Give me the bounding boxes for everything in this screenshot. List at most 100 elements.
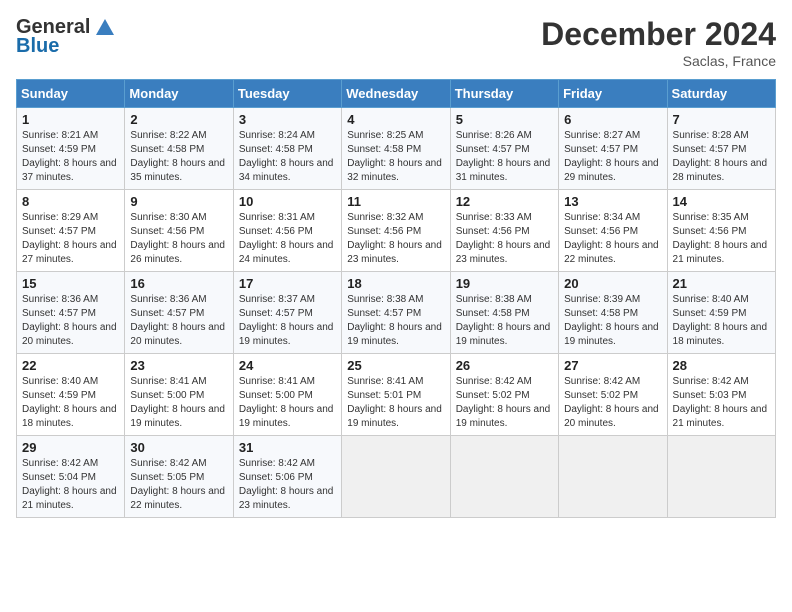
day-number: 1 bbox=[22, 112, 119, 127]
day-info: Sunrise: 8:41 AM Sunset: 5:01 PM Dayligh… bbox=[347, 375, 444, 431]
day-number: 12 bbox=[456, 194, 553, 209]
calendar-cell: 7 Sunrise: 8:28 AM Sunset: 4:57 PM Dayli… bbox=[667, 108, 775, 190]
day-number: 17 bbox=[239, 276, 336, 291]
month-title: December 2024 bbox=[541, 16, 776, 53]
calendar-cell: 10 Sunrise: 8:31 AM Sunset: 4:56 PM Dayl… bbox=[233, 190, 341, 272]
day-info: Sunrise: 8:42 AM Sunset: 5:04 PM Dayligh… bbox=[22, 457, 119, 513]
day-number: 6 bbox=[564, 112, 661, 127]
header: General Blue December 2024 Saclas, Franc… bbox=[16, 16, 776, 69]
calendar: Sunday Monday Tuesday Wednesday Thursday… bbox=[16, 79, 776, 518]
calendar-cell: 8 Sunrise: 8:29 AM Sunset: 4:57 PM Dayli… bbox=[17, 190, 125, 272]
day-info: Sunrise: 8:40 AM Sunset: 4:59 PM Dayligh… bbox=[673, 293, 770, 349]
location-subtitle: Saclas, France bbox=[541, 53, 776, 69]
calendar-cell: 1 Sunrise: 8:21 AM Sunset: 4:59 PM Dayli… bbox=[17, 108, 125, 190]
calendar-cell: 17 Sunrise: 8:37 AM Sunset: 4:57 PM Dayl… bbox=[233, 272, 341, 354]
calendar-cell: 27 Sunrise: 8:42 AM Sunset: 5:02 PM Dayl… bbox=[559, 354, 667, 436]
day-number: 7 bbox=[673, 112, 770, 127]
calendar-cell: 5 Sunrise: 8:26 AM Sunset: 4:57 PM Dayli… bbox=[450, 108, 558, 190]
col-thursday: Thursday bbox=[450, 80, 558, 108]
day-info: Sunrise: 8:42 AM Sunset: 5:03 PM Dayligh… bbox=[673, 375, 770, 431]
col-wednesday: Wednesday bbox=[342, 80, 450, 108]
day-info: Sunrise: 8:42 AM Sunset: 5:02 PM Dayligh… bbox=[456, 375, 553, 431]
calendar-week-3: 15 Sunrise: 8:36 AM Sunset: 4:57 PM Dayl… bbox=[17, 272, 776, 354]
day-info: Sunrise: 8:39 AM Sunset: 4:58 PM Dayligh… bbox=[564, 293, 661, 349]
day-info: Sunrise: 8:24 AM Sunset: 4:58 PM Dayligh… bbox=[239, 129, 336, 185]
day-info: Sunrise: 8:42 AM Sunset: 5:05 PM Dayligh… bbox=[130, 457, 227, 513]
day-number: 21 bbox=[673, 276, 770, 291]
calendar-cell: 2 Sunrise: 8:22 AM Sunset: 4:58 PM Dayli… bbox=[125, 108, 233, 190]
calendar-cell: 21 Sunrise: 8:40 AM Sunset: 4:59 PM Dayl… bbox=[667, 272, 775, 354]
day-info: Sunrise: 8:40 AM Sunset: 4:59 PM Dayligh… bbox=[22, 375, 119, 431]
day-info: Sunrise: 8:42 AM Sunset: 5:02 PM Dayligh… bbox=[564, 375, 661, 431]
day-info: Sunrise: 8:37 AM Sunset: 4:57 PM Dayligh… bbox=[239, 293, 336, 349]
day-number: 2 bbox=[130, 112, 227, 127]
calendar-week-4: 22 Sunrise: 8:40 AM Sunset: 4:59 PM Dayl… bbox=[17, 354, 776, 436]
calendar-cell: 14 Sunrise: 8:35 AM Sunset: 4:56 PM Dayl… bbox=[667, 190, 775, 272]
calendar-cell: 9 Sunrise: 8:30 AM Sunset: 4:56 PM Dayli… bbox=[125, 190, 233, 272]
day-number: 13 bbox=[564, 194, 661, 209]
calendar-cell: 20 Sunrise: 8:39 AM Sunset: 4:58 PM Dayl… bbox=[559, 272, 667, 354]
col-tuesday: Tuesday bbox=[233, 80, 341, 108]
day-info: Sunrise: 8:25 AM Sunset: 4:58 PM Dayligh… bbox=[347, 129, 444, 185]
day-number: 18 bbox=[347, 276, 444, 291]
day-number: 22 bbox=[22, 358, 119, 373]
calendar-cell: 30 Sunrise: 8:42 AM Sunset: 5:05 PM Dayl… bbox=[125, 436, 233, 518]
calendar-cell bbox=[342, 436, 450, 518]
calendar-cell: 13 Sunrise: 8:34 AM Sunset: 4:56 PM Dayl… bbox=[559, 190, 667, 272]
calendar-cell: 19 Sunrise: 8:38 AM Sunset: 4:58 PM Dayl… bbox=[450, 272, 558, 354]
day-number: 26 bbox=[456, 358, 553, 373]
day-number: 14 bbox=[673, 194, 770, 209]
day-number: 28 bbox=[673, 358, 770, 373]
calendar-cell: 25 Sunrise: 8:41 AM Sunset: 5:01 PM Dayl… bbox=[342, 354, 450, 436]
day-number: 9 bbox=[130, 194, 227, 209]
calendar-cell: 22 Sunrise: 8:40 AM Sunset: 4:59 PM Dayl… bbox=[17, 354, 125, 436]
col-saturday: Saturday bbox=[667, 80, 775, 108]
calendar-cell: 3 Sunrise: 8:24 AM Sunset: 4:58 PM Dayli… bbox=[233, 108, 341, 190]
day-info: Sunrise: 8:32 AM Sunset: 4:56 PM Dayligh… bbox=[347, 211, 444, 267]
day-number: 16 bbox=[130, 276, 227, 291]
col-monday: Monday bbox=[125, 80, 233, 108]
day-number: 30 bbox=[130, 440, 227, 455]
calendar-cell: 16 Sunrise: 8:36 AM Sunset: 4:57 PM Dayl… bbox=[125, 272, 233, 354]
day-number: 25 bbox=[347, 358, 444, 373]
day-info: Sunrise: 8:36 AM Sunset: 4:57 PM Dayligh… bbox=[22, 293, 119, 349]
day-number: 20 bbox=[564, 276, 661, 291]
day-number: 8 bbox=[22, 194, 119, 209]
day-info: Sunrise: 8:22 AM Sunset: 4:58 PM Dayligh… bbox=[130, 129, 227, 185]
calendar-cell: 24 Sunrise: 8:41 AM Sunset: 5:00 PM Dayl… bbox=[233, 354, 341, 436]
calendar-cell: 28 Sunrise: 8:42 AM Sunset: 5:03 PM Dayl… bbox=[667, 354, 775, 436]
calendar-cell bbox=[559, 436, 667, 518]
day-info: Sunrise: 8:33 AM Sunset: 4:56 PM Dayligh… bbox=[456, 211, 553, 267]
calendar-week-2: 8 Sunrise: 8:29 AM Sunset: 4:57 PM Dayli… bbox=[17, 190, 776, 272]
day-number: 15 bbox=[22, 276, 119, 291]
logo-area: General Blue bbox=[16, 16, 116, 58]
calendar-cell: 15 Sunrise: 8:36 AM Sunset: 4:57 PM Dayl… bbox=[17, 272, 125, 354]
calendar-cell: 26 Sunrise: 8:42 AM Sunset: 5:02 PM Dayl… bbox=[450, 354, 558, 436]
day-info: Sunrise: 8:38 AM Sunset: 4:58 PM Dayligh… bbox=[456, 293, 553, 349]
calendar-cell: 23 Sunrise: 8:41 AM Sunset: 5:00 PM Dayl… bbox=[125, 354, 233, 436]
day-number: 11 bbox=[347, 194, 444, 209]
calendar-week-5: 29 Sunrise: 8:42 AM Sunset: 5:04 PM Dayl… bbox=[17, 436, 776, 518]
day-info: Sunrise: 8:31 AM Sunset: 4:56 PM Dayligh… bbox=[239, 211, 336, 267]
days-header-row: Sunday Monday Tuesday Wednesday Thursday… bbox=[17, 80, 776, 108]
calendar-cell: 29 Sunrise: 8:42 AM Sunset: 5:04 PM Dayl… bbox=[17, 436, 125, 518]
day-info: Sunrise: 8:41 AM Sunset: 5:00 PM Dayligh… bbox=[239, 375, 336, 431]
day-info: Sunrise: 8:27 AM Sunset: 4:57 PM Dayligh… bbox=[564, 129, 661, 185]
col-friday: Friday bbox=[559, 80, 667, 108]
col-sunday: Sunday bbox=[17, 80, 125, 108]
day-info: Sunrise: 8:41 AM Sunset: 5:00 PM Dayligh… bbox=[130, 375, 227, 431]
day-number: 23 bbox=[130, 358, 227, 373]
calendar-cell: 31 Sunrise: 8:42 AM Sunset: 5:06 PM Dayl… bbox=[233, 436, 341, 518]
day-info: Sunrise: 8:29 AM Sunset: 4:57 PM Dayligh… bbox=[22, 211, 119, 267]
calendar-cell bbox=[450, 436, 558, 518]
day-info: Sunrise: 8:36 AM Sunset: 4:57 PM Dayligh… bbox=[130, 293, 227, 349]
day-number: 27 bbox=[564, 358, 661, 373]
calendar-cell: 11 Sunrise: 8:32 AM Sunset: 4:56 PM Dayl… bbox=[342, 190, 450, 272]
day-info: Sunrise: 8:35 AM Sunset: 4:56 PM Dayligh… bbox=[673, 211, 770, 267]
title-area: December 2024 Saclas, France bbox=[541, 16, 776, 69]
calendar-cell: 18 Sunrise: 8:38 AM Sunset: 4:57 PM Dayl… bbox=[342, 272, 450, 354]
day-number: 31 bbox=[239, 440, 336, 455]
calendar-cell: 12 Sunrise: 8:33 AM Sunset: 4:56 PM Dayl… bbox=[450, 190, 558, 272]
day-info: Sunrise: 8:34 AM Sunset: 4:56 PM Dayligh… bbox=[564, 211, 661, 267]
day-number: 5 bbox=[456, 112, 553, 127]
